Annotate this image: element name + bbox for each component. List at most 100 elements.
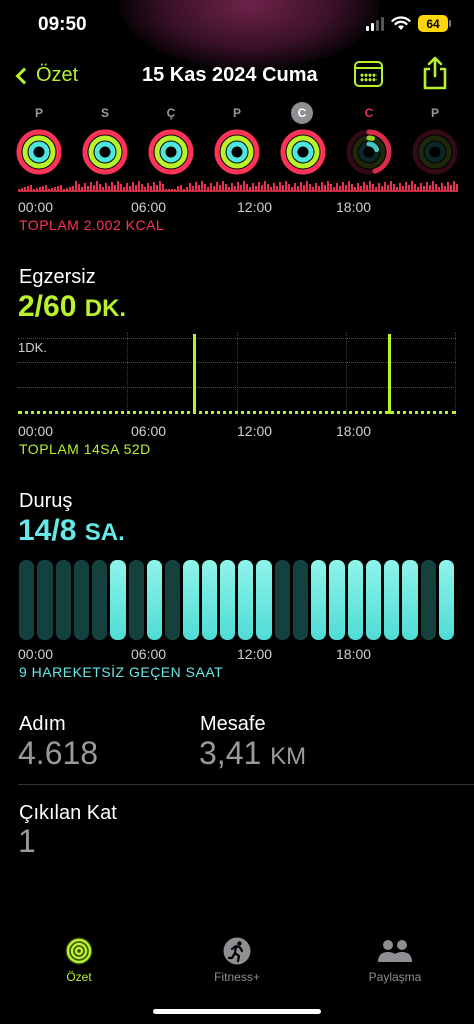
day-6[interactable]: P [410,104,460,184]
back-label: Özet [36,64,79,86]
tab-sharing[interactable]: Paylaşma [335,930,455,984]
move-bar [66,188,68,191]
move-bar [444,186,446,191]
move-bar [237,182,239,191]
share-icon[interactable] [422,56,448,90]
move-bar [285,181,287,191]
move-bar [186,187,188,191]
move-bar [354,187,356,191]
week-selector: PSÇPCCP [0,102,474,186]
stand-hour-bar [420,560,436,640]
day-1[interactable]: S [80,104,130,184]
cellular-signal-icon [366,16,384,31]
move-bar [84,183,86,191]
move-bar [210,183,212,191]
move-bar [18,189,20,191]
move-total: TOPLAM 2.002 KCAL [19,217,165,233]
activity-rings-icon [16,129,62,175]
move-bar [195,182,197,191]
move-bar [417,187,419,191]
move-bar [279,182,281,191]
move-bar [450,185,452,191]
stand-hour-bar [201,560,217,640]
stand-hour-bar [219,560,235,640]
status-bar: 09:50 64 [0,0,474,52]
day-0[interactable]: P [14,104,64,184]
move-bar [243,181,245,191]
exercise-title: Egzersiz [19,266,96,288]
tick-label: 06:00 [131,199,167,215]
move-bar [456,184,458,191]
move-bar [147,183,149,191]
day-4[interactable]: C [278,102,328,184]
move-bar [276,186,278,191]
stand-hour-bar [19,560,35,640]
day-3[interactable]: P [212,104,262,184]
move-bar [426,182,428,191]
move-bar [114,185,116,191]
steps-label: Adım [19,713,66,735]
exercise-value-number: 2/60 [18,290,77,323]
move-bar [441,183,443,191]
stand-hour-bar [292,560,308,640]
move-bar [102,187,104,191]
move-bar [396,187,398,191]
move-bar [432,181,434,191]
move-bar [228,187,230,191]
move-bar [171,189,173,191]
move-bar [207,187,209,191]
stand-value-number: 14/8 [18,514,77,547]
move-bar [321,182,323,191]
move-bar [387,185,389,191]
move-bar [81,187,83,191]
back-button[interactable]: Özet [14,64,78,87]
activity-rings-icon [64,936,94,966]
stand-hour-bar [384,560,400,640]
activity-rings-icon [82,129,128,175]
move-bar [453,181,455,191]
move-hourly-bars [18,181,458,192]
move-bar [252,183,254,191]
stand-hour-bar [73,560,89,640]
move-bar [150,186,152,191]
move-bar [294,183,296,191]
stand-hour-bar [256,560,272,640]
calendar-icon[interactable] [354,61,383,87]
move-bar [390,181,392,191]
move-bar [138,181,140,191]
tab-fitness-plus[interactable]: Fitness+ [177,930,297,984]
activity-rings-icon [148,129,194,175]
move-bar [183,189,185,191]
move-bar [90,182,92,191]
move-bar [222,181,224,191]
move-bar [378,183,380,191]
tick-label: 00:00 [18,423,54,439]
move-bar [303,185,305,191]
stand-hour-bar [238,560,254,640]
move-bar [420,183,422,191]
stand-hour-bar [55,560,71,640]
move-bar [264,181,266,191]
move-bar [246,184,248,191]
move-bar [411,181,413,191]
move-bar [156,185,158,191]
tab-summary[interactable]: Özet [19,930,139,984]
move-bar [348,181,350,191]
day-label: C [291,102,313,124]
move-bar [51,188,53,191]
move-bar [63,189,65,191]
move-bar [408,185,410,191]
move-bar [258,182,260,191]
move-bar [297,186,299,191]
status-icons: 64 [366,15,451,32]
move-bar [159,181,161,191]
move-bar [180,185,182,191]
day-2[interactable]: Ç [146,104,196,184]
tick-label: 00:00 [18,646,54,662]
move-bar [249,187,251,191]
move-bar [42,186,44,191]
move-bar [48,189,50,191]
day-5[interactable]: C [344,104,394,184]
move-bar [75,181,77,191]
move-bar [288,184,290,191]
